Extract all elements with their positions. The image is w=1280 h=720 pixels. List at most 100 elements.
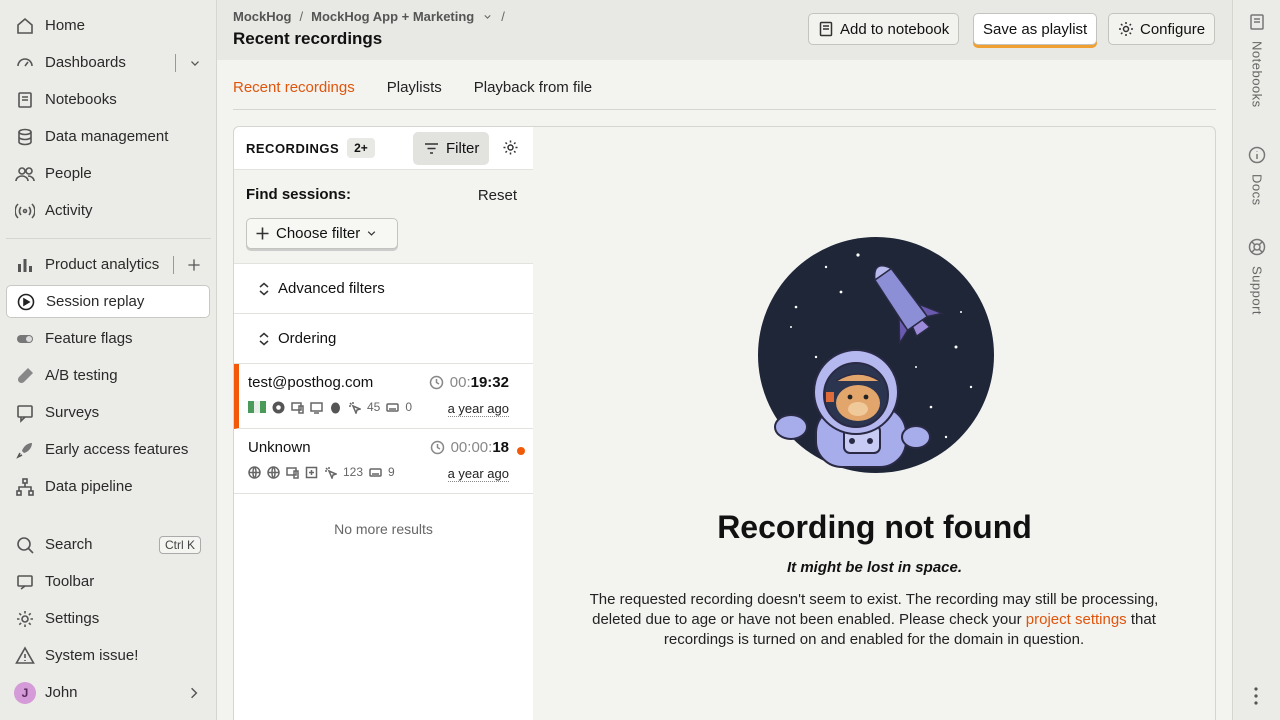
sidebar-item-search[interactable]: Search Ctrl K bbox=[6, 528, 210, 561]
avatar-wrap: J bbox=[14, 681, 36, 704]
sidebar-item-activity[interactable]: Activity bbox=[6, 194, 210, 227]
sidebar-item-home[interactable]: Home bbox=[6, 9, 210, 42]
sidebar-item-system-issue[interactable]: System issue! bbox=[6, 639, 210, 672]
recordings-title: RECORDINGS bbox=[246, 140, 340, 156]
new-insight-button[interactable] bbox=[173, 248, 202, 281]
recordings-header: RECORDINGS 2+ Filter bbox=[234, 127, 533, 170]
not-found-subtitle: It might be lost in space. bbox=[786, 559, 963, 576]
recording-list-item[interactable]: test@posthog.com 45 0 00:19:32 a year ag… bbox=[234, 364, 533, 429]
recordings-settings-button[interactable] bbox=[502, 139, 519, 160]
rail-docs[interactable]: Docs bbox=[1245, 146, 1269, 206]
ordering-toggle[interactable]: Ordering bbox=[234, 314, 533, 364]
breadcrumb-separator: / bbox=[299, 9, 304, 24]
advanced-filters-toggle[interactable]: Advanced filters bbox=[234, 264, 533, 314]
sidebar-item-label: Early access features bbox=[45, 441, 189, 458]
recording-person: test@posthog.com bbox=[248, 374, 374, 391]
device-icon bbox=[286, 466, 299, 479]
info-icon bbox=[1248, 146, 1266, 164]
more-options-icon[interactable] bbox=[1253, 686, 1259, 710]
recording-list-item[interactable]: Unknown 123 9 00:00:18 a year ago bbox=[234, 429, 533, 494]
sidebar-item-data-pipeline[interactable]: Data pipeline bbox=[6, 470, 210, 503]
pipeline-icon bbox=[14, 476, 36, 498]
search-shortcut: Ctrl K bbox=[159, 535, 201, 554]
plus-icon bbox=[256, 227, 269, 240]
duration-strong: 19:32 bbox=[470, 374, 509, 391]
add-to-notebook-button[interactable]: Add to notebook bbox=[808, 13, 960, 45]
sidebar-item-notebooks[interactable]: Notebooks bbox=[6, 83, 210, 116]
sidebar-item-label: John bbox=[45, 684, 78, 701]
gear-icon bbox=[14, 608, 36, 630]
save-as-playlist-button[interactable]: Save as playlist bbox=[973, 13, 1098, 45]
breadcrumb-org[interactable]: MockHog bbox=[233, 9, 292, 24]
expand-icon bbox=[259, 282, 269, 295]
breadcrumb-project[interactable]: MockHog App + Marketing bbox=[311, 9, 474, 24]
project-settings-link[interactable]: project settings bbox=[1026, 611, 1127, 628]
breadcrumb: MockHog / MockHog App + Marketing / bbox=[233, 9, 505, 24]
sidebar-item-dashboards[interactable]: Dashboards bbox=[6, 46, 210, 79]
globe-icon bbox=[248, 465, 261, 479]
dashboards-expand[interactable] bbox=[175, 46, 202, 79]
replay-icon bbox=[15, 291, 37, 313]
activity-icon bbox=[14, 200, 36, 222]
recordings-panel: RECORDINGS 2+ Filter Find sessions: Rese… bbox=[233, 126, 534, 720]
recording-person: Unknown bbox=[248, 439, 311, 456]
right-rail: Notebooks Docs Support bbox=[1232, 0, 1280, 720]
chevron-down-icon[interactable] bbox=[482, 11, 493, 22]
sidebar-item-product-analytics[interactable]: Product analytics bbox=[6, 248, 210, 281]
sidebar-item-people[interactable]: People bbox=[6, 157, 210, 190]
tab-playlists[interactable]: Playlists bbox=[387, 76, 442, 109]
sidebar-item-data-management[interactable]: Data management bbox=[6, 120, 210, 153]
recording-duration: 00:19:32 bbox=[429, 374, 509, 391]
sidebar-item-toolbar[interactable]: Toolbar bbox=[6, 565, 210, 598]
tab-recent-recordings[interactable]: Recent recordings bbox=[233, 76, 355, 109]
rail-notebooks-label: Notebooks bbox=[1249, 41, 1265, 108]
expand-icon bbox=[259, 332, 269, 345]
toggle-icon bbox=[14, 328, 36, 350]
filter-label: Filter bbox=[446, 140, 480, 157]
sidebar-item-settings[interactable]: Settings bbox=[6, 602, 210, 635]
recording-viewer: Recording not found It might be lost in … bbox=[533, 126, 1216, 720]
user-menu-chevron[interactable] bbox=[186, 676, 202, 709]
tab-bar: Recent recordings Playlists Playback fro… bbox=[233, 76, 1216, 110]
chevron-down-icon bbox=[368, 231, 376, 236]
gear-icon bbox=[503, 140, 518, 155]
toolbar-icon bbox=[14, 571, 36, 593]
sidebar-item-label: Activity bbox=[45, 202, 93, 219]
reset-button[interactable]: Reset bbox=[478, 187, 517, 204]
sidebar-item-label: Home bbox=[45, 17, 86, 34]
recording-time-ago: a year ago bbox=[447, 466, 509, 482]
not-found-title: Recording not found bbox=[717, 509, 1032, 545]
sidebar-item-early-access[interactable]: Early access features bbox=[6, 433, 210, 466]
sidebar-item-surveys[interactable]: Surveys bbox=[6, 396, 210, 429]
add-to-notebook-label: Add to notebook bbox=[840, 20, 950, 38]
rail-notebooks[interactable]: Notebooks bbox=[1245, 13, 1269, 108]
screen-icon bbox=[305, 466, 318, 478]
people-icon bbox=[14, 163, 36, 185]
configure-button[interactable]: Configure bbox=[1108, 13, 1216, 45]
advanced-filters-label: Advanced filters bbox=[278, 280, 385, 297]
plus-icon bbox=[188, 258, 200, 271]
click-count: 45 bbox=[367, 400, 381, 414]
sidebar-item-user[interactable]: J John bbox=[6, 676, 210, 709]
rail-support[interactable]: Support bbox=[1245, 238, 1269, 315]
sidebar-item-ab-testing[interactable]: A/B testing bbox=[6, 359, 210, 392]
sidebar-item-label: Data management bbox=[45, 128, 169, 145]
sidebar-item-label: Settings bbox=[45, 610, 100, 627]
find-sessions-box: Find sessions: Reset Choose filter bbox=[234, 170, 533, 264]
rocket-icon bbox=[14, 439, 36, 461]
choose-filter-button[interactable]: Choose filter bbox=[246, 218, 398, 249]
choose-filter-label: Choose filter bbox=[276, 225, 361, 242]
sidebar-item-label: Data pipeline bbox=[45, 478, 133, 495]
click-icon bbox=[325, 466, 337, 479]
duration-strong: 18 bbox=[492, 439, 509, 456]
sidebar-item-label: System issue! bbox=[45, 647, 139, 664]
sidebar-item-session-replay[interactable]: Session replay bbox=[6, 285, 210, 318]
lifebuoy-icon bbox=[1248, 238, 1266, 256]
sidebar-item-feature-flags[interactable]: Feature flags bbox=[6, 322, 210, 355]
sidebar-item-label: Surveys bbox=[45, 404, 100, 421]
tab-playback-from-file[interactable]: Playback from file bbox=[474, 76, 592, 109]
save-as-playlist-label: Save as playlist bbox=[983, 20, 1088, 38]
linux-icon bbox=[331, 402, 340, 413]
filter-button[interactable]: Filter bbox=[413, 132, 489, 165]
survey-icon bbox=[14, 402, 36, 424]
